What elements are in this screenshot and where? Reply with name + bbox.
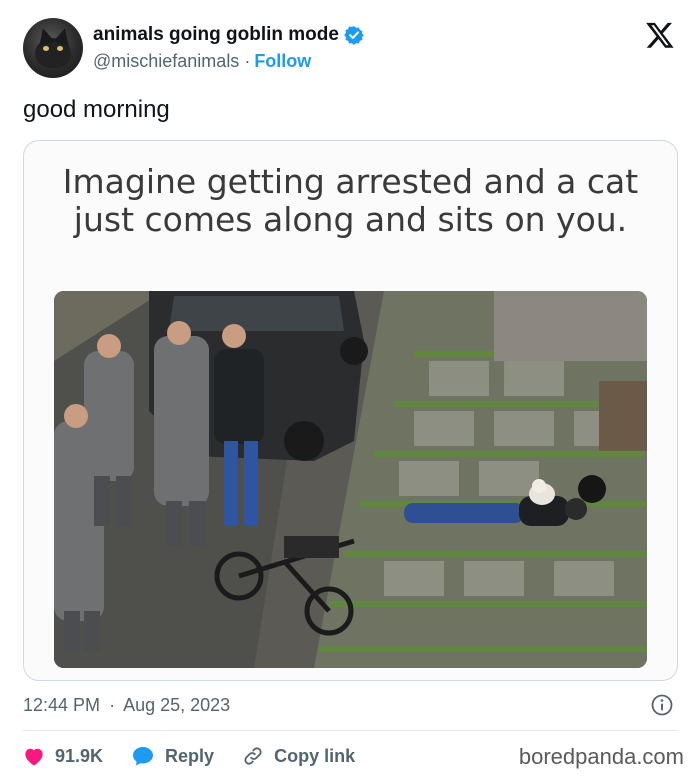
- info-icon[interactable]: [650, 693, 674, 717]
- author-name-row: animals going goblin mode: [93, 24, 364, 46]
- avatar-eye-right: [57, 46, 63, 51]
- heart-icon: [25, 748, 43, 766]
- avatar-eye-left: [43, 46, 49, 51]
- verified-badge-icon: [344, 26, 364, 45]
- x-logo-icon[interactable]: [645, 20, 675, 50]
- meme-photo: [54, 291, 647, 668]
- author-display-name[interactable]: animals going goblin mode: [93, 24, 339, 46]
- like-button[interactable]: 91.9K: [23, 746, 103, 767]
- tweet-date: Aug 25, 2023: [123, 695, 231, 715]
- copy-link-label: Copy link: [274, 745, 356, 766]
- arrest-scene-illustration: [54, 291, 647, 668]
- timestamp-separator: ·: [109, 695, 116, 715]
- reply-button[interactable]: Reply: [131, 745, 214, 767]
- reply-label: Reply: [165, 745, 215, 766]
- tweet-header: animals going goblin mode @mischiefanima…: [23, 18, 683, 80]
- meme-caption-line-2: just comes along and sits on you.: [73, 200, 628, 239]
- divider: [23, 730, 678, 731]
- tweet-media[interactable]: Imagine getting arrested and a cat just …: [23, 140, 678, 681]
- tweet-text: good morning: [23, 96, 170, 123]
- tweet-time: 12:44 PM: [23, 695, 101, 715]
- tweet-timestamp-row: 12:44 PM · Aug 25, 2023: [23, 693, 678, 719]
- meme-caption: Imagine getting arrested and a cat just …: [24, 163, 677, 239]
- author-handle[interactable]: @mischiefanimals: [93, 51, 239, 72]
- author-handle-row: @mischiefanimals · Follow: [93, 51, 311, 72]
- handle-separator: ·: [244, 51, 251, 71]
- tweet-timestamp[interactable]: 12:44 PM · Aug 25, 2023: [23, 695, 230, 716]
- link-icon: [244, 747, 262, 765]
- follow-button[interactable]: Follow: [254, 51, 311, 72]
- tweet-actions: 91.9K Reply Copy link: [23, 742, 383, 770]
- reply-bubble-icon: [133, 747, 154, 766]
- copy-link-button[interactable]: Copy link: [242, 745, 355, 767]
- author-avatar[interactable]: [23, 18, 83, 78]
- meme-caption-line-1: Imagine getting arrested and a cat: [62, 162, 639, 201]
- boredpanda-watermark: boredpanda.com: [518, 744, 684, 769]
- like-count: 91.9K: [55, 745, 104, 766]
